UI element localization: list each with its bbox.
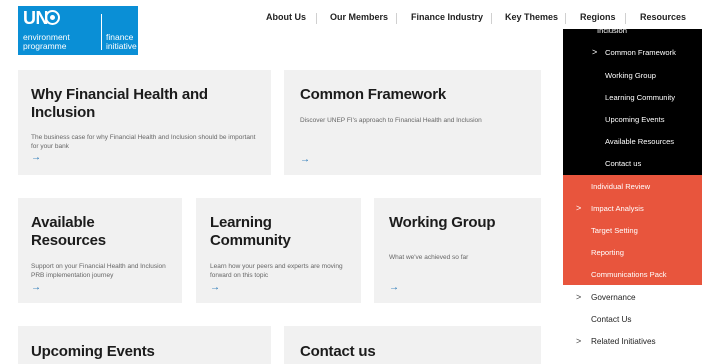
menu-section-other: > Governance Contact Us > Related Initia…	[563, 285, 702, 364]
card-title: Learning Community	[210, 214, 291, 249]
card-description: Learn how your peers and experts are mov…	[210, 263, 343, 279]
nav-about-us[interactable]: About Us	[266, 12, 306, 22]
arrow-right-icon[interactable]: →	[389, 282, 399, 293]
nav-separator	[491, 13, 492, 24]
arrow-right-icon[interactable]: →	[31, 282, 41, 293]
menu-item-contact-us[interactable]: Contact us	[605, 159, 641, 168]
card-description: Support on your Financial Health and Inc…	[31, 263, 166, 279]
logo-finance-initiative: finance initiative	[106, 32, 137, 51]
menu-item-working-group[interactable]: Working Group	[605, 71, 656, 80]
card-description: Discover UNEP FI's approach to Financial…	[300, 117, 482, 124]
card-working-group[interactable]: Working Group What we've achieved so far…	[374, 198, 541, 303]
menu-item-governance[interactable]: Governance	[591, 293, 636, 302]
menu-item-target-setting[interactable]: Target Setting	[591, 226, 638, 235]
menu-item-available-resources[interactable]: Available Resources	[605, 137, 674, 146]
nav-finance-industry[interactable]: Finance Industry	[411, 12, 483, 22]
menu-section-prb: Individual Review > Impact Analysis Targ…	[563, 175, 702, 285]
card-title: Contact us	[300, 343, 376, 360]
card-why-financial-health[interactable]: Why Financial Health and Inclusion The b…	[18, 70, 271, 175]
card-title: Common Framework	[300, 86, 446, 103]
nav-separator	[316, 13, 317, 24]
dropdown-menu: Inclusion > Common Framework Working Gro…	[563, 26, 702, 364]
card-available-resources[interactable]: Available Resources Support on your Fina…	[18, 198, 182, 303]
nav-regions[interactable]: Regions	[580, 12, 616, 22]
nav-separator	[625, 13, 626, 24]
card-title: Upcoming Events	[31, 343, 155, 360]
card-title: Available Resources	[31, 214, 106, 249]
nav-key-themes[interactable]: Key Themes	[505, 12, 558, 22]
menu-item-individual-review[interactable]: Individual Review	[591, 182, 650, 191]
nav-our-members[interactable]: Our Members	[330, 12, 388, 22]
chevron-right-icon: >	[576, 336, 582, 346]
menu-item-related-initiatives[interactable]: Related Initiatives	[591, 337, 656, 346]
arrow-right-icon[interactable]: →	[31, 152, 41, 163]
card-title: Why Financial Health and Inclusion	[31, 86, 208, 121]
card-title: Working Group	[389, 214, 496, 231]
nav-resources[interactable]: Resources	[640, 12, 686, 22]
menu-item-impact-analysis[interactable]: Impact Analysis	[591, 204, 644, 213]
top-navigation: About Us Our Members Finance Industry Ke…	[0, 12, 702, 26]
card-description: What we've achieved so far	[389, 254, 469, 261]
menu-item-inclusion[interactable]: Inclusion	[597, 26, 627, 35]
menu-item-learning-community[interactable]: Learning Community	[605, 93, 675, 102]
nav-separator	[565, 13, 566, 24]
menu-item-common-framework[interactable]: Common Framework	[605, 48, 676, 57]
arrow-right-icon[interactable]: →	[210, 282, 220, 293]
menu-item-communications-pack[interactable]: Communications Pack	[591, 270, 667, 279]
card-contact-us[interactable]: Contact us	[284, 326, 541, 364]
logo-environment-programme: environment programme	[23, 32, 70, 51]
nav-separator	[396, 13, 397, 24]
arrow-right-icon[interactable]: →	[300, 154, 310, 165]
chevron-right-icon: >	[576, 203, 582, 213]
card-learning-community[interactable]: Learning Community Learn how your peers …	[196, 198, 361, 303]
chevron-right-icon: >	[576, 292, 582, 302]
menu-item-upcoming-events[interactable]: Upcoming Events	[605, 115, 665, 124]
card-common-framework[interactable]: Common Framework Discover UNEP FI's appr…	[284, 70, 541, 175]
card-upcoming-events[interactable]: Upcoming Events	[18, 326, 271, 364]
chevron-right-icon: >	[592, 47, 598, 57]
menu-section-fhi: Inclusion > Common Framework Working Gro…	[563, 26, 702, 175]
menu-item-reporting[interactable]: Reporting	[591, 248, 624, 257]
card-description: The business case for why Financial Heal…	[31, 134, 256, 150]
menu-item-contact-us-main[interactable]: Contact Us	[591, 315, 632, 324]
